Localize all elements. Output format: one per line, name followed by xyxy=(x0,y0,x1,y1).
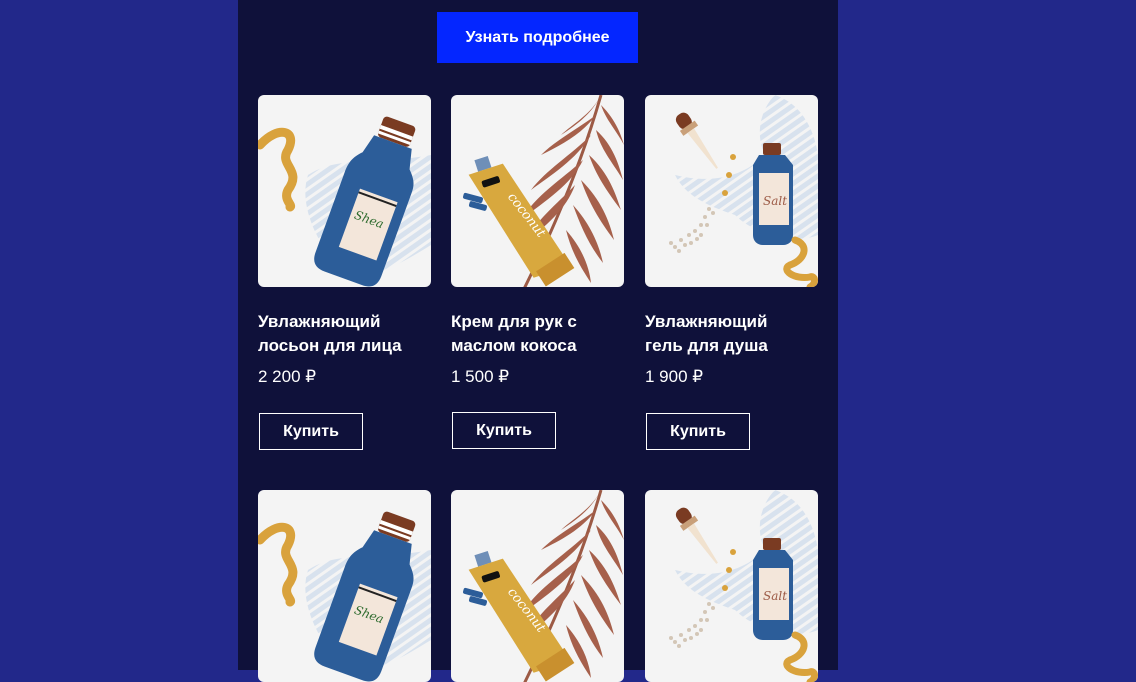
product-card xyxy=(645,490,818,682)
email-content-column: Узнать подробнее Увлажняющий лосьон для … xyxy=(238,0,838,682)
product-card: Крем для рук с маслом кокоса 1 500 ₽ Куп… xyxy=(451,95,624,449)
product-name: Увлажняющий гель для душа xyxy=(645,312,768,355)
buy-button[interactable]: Купить xyxy=(646,413,750,450)
product-name: Крем для рук с маслом кокоса xyxy=(451,312,577,355)
product-name: Увлажняющий лосьон для лица xyxy=(258,312,402,355)
lotion-bottle-image[interactable] xyxy=(258,490,431,682)
product-card xyxy=(258,490,431,682)
shower-gel-dropper-image[interactable] xyxy=(645,490,818,682)
learn-more-button[interactable]: Узнать подробнее xyxy=(437,12,638,63)
buy-button[interactable]: Купить xyxy=(452,412,556,449)
coconut-cream-tube-image[interactable] xyxy=(451,95,624,287)
product-price: 1 500 ₽ xyxy=(451,367,510,386)
coconut-cream-tube-image[interactable] xyxy=(451,490,624,682)
buy-button[interactable]: Купить xyxy=(259,413,363,450)
lotion-bottle-image[interactable] xyxy=(258,95,431,287)
product-card xyxy=(451,490,624,682)
product-card: Увлажняющий гель для душа 1 900 ₽ Купить xyxy=(645,95,818,450)
product-price: 2 200 ₽ xyxy=(258,367,317,386)
product-price: 1 900 ₽ xyxy=(645,367,704,386)
shower-gel-dropper-image[interactable] xyxy=(645,95,818,287)
product-card: Увлажняющий лосьон для лица 2 200 ₽ Купи… xyxy=(258,95,431,450)
